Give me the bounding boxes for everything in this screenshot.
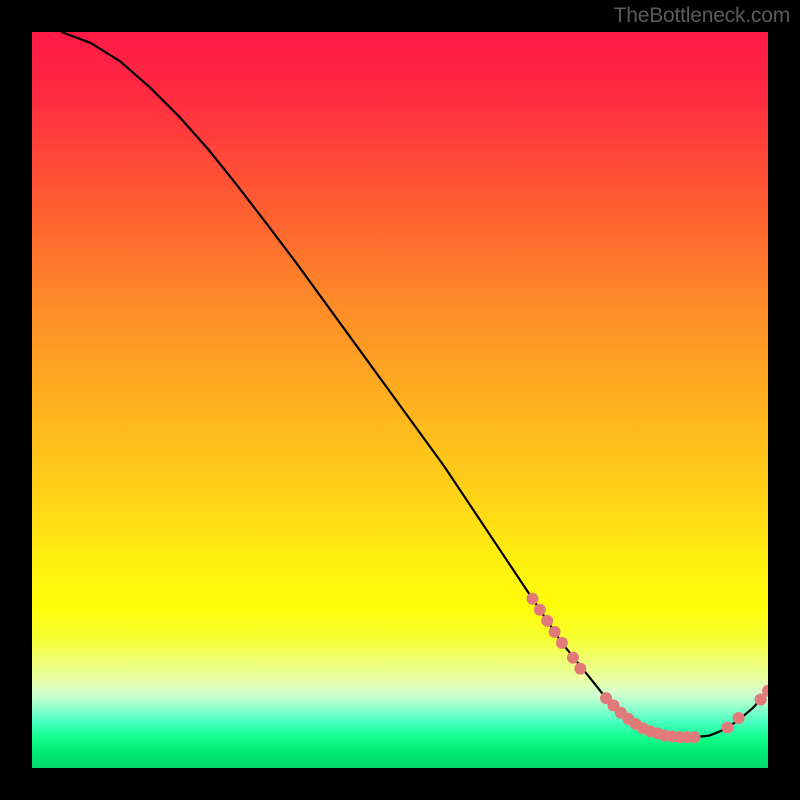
data-marker: [688, 731, 700, 743]
chart-svg: [32, 32, 768, 768]
chart-container: TheBottleneck.com: [0, 0, 800, 800]
data-marker: [722, 722, 734, 734]
plot-area: [32, 32, 768, 768]
data-marker: [526, 593, 538, 605]
markers-group: [526, 593, 768, 743]
data-marker: [574, 663, 586, 675]
main-curve-path: [61, 32, 768, 737]
data-marker: [549, 626, 561, 638]
data-marker: [556, 637, 568, 649]
data-marker: [733, 712, 745, 724]
data-marker: [567, 652, 579, 664]
data-marker: [534, 604, 546, 616]
watermark-text: TheBottleneck.com: [614, 4, 790, 28]
data-marker: [541, 615, 553, 627]
